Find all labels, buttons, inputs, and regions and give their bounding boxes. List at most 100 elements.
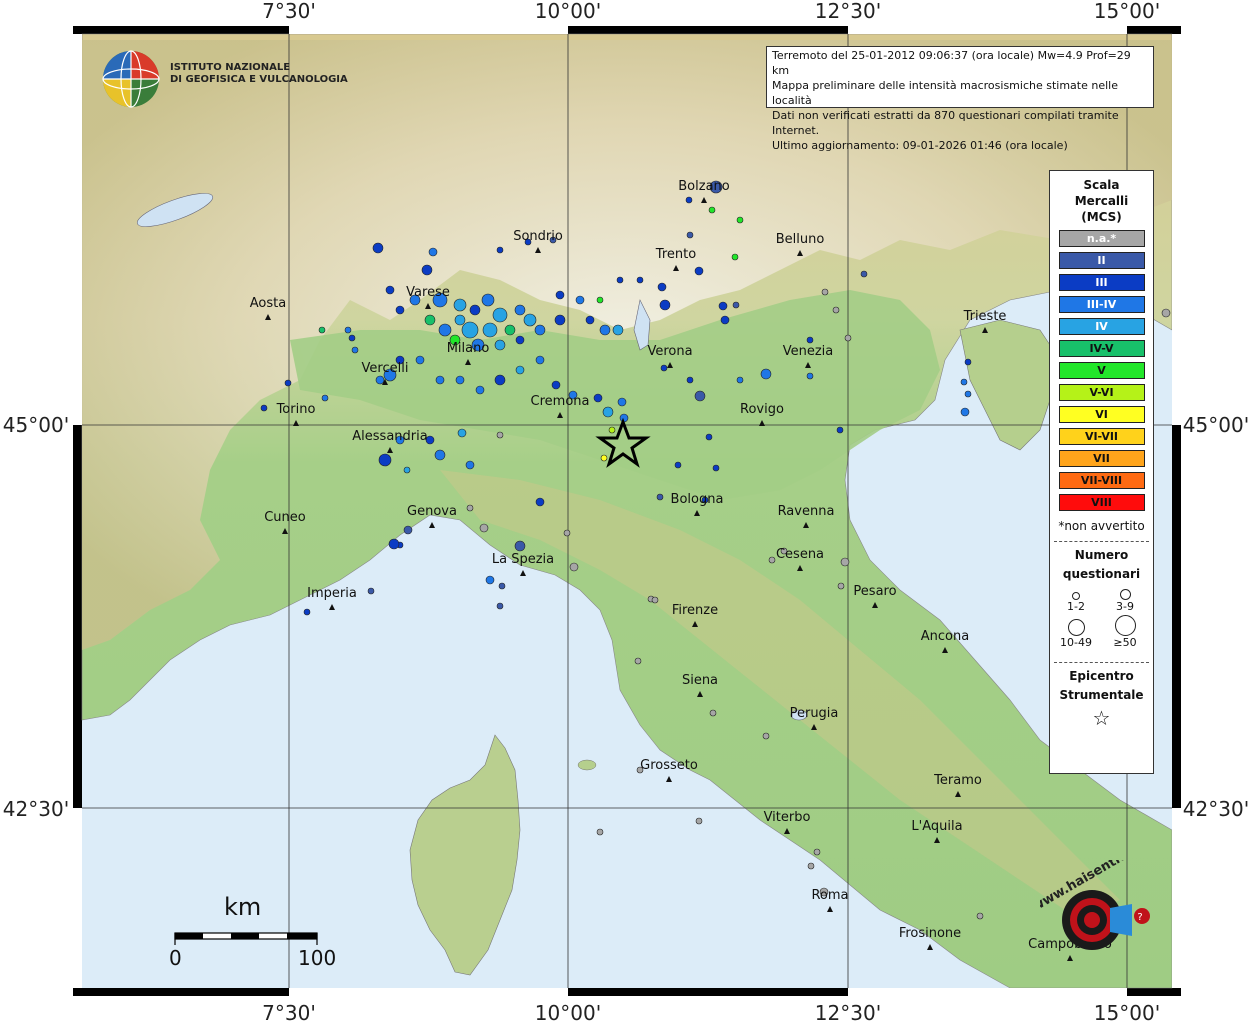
intensity-point [585,315,595,325]
info-line4: Ultimo aggiornamento: 09-01-2026 01:46 (… [772,139,1068,152]
intensity-point [695,817,703,825]
legend-class-10: VII [1058,450,1145,467]
legend-class-6: V [1058,362,1145,379]
intensity-point [385,285,395,295]
intensity-point [732,301,740,309]
legend-title-3: (MCS) [1081,210,1122,224]
intensity-point [535,497,545,507]
intensity-point [372,242,384,254]
city-label: Trento [655,247,696,262]
intensity-point [454,314,466,326]
intensity-point [656,493,664,501]
intensity-point [602,406,614,418]
legend-numero-1: Numero [1074,548,1129,562]
elba-island [577,759,597,771]
intensity-point [686,376,694,384]
intensity-point [840,557,850,567]
city-label: Bologna [671,492,724,507]
intensity-point [482,322,498,338]
intensity-point [494,374,506,386]
intensity-point [960,378,968,386]
legend-title-2: Mercalli [1074,194,1129,208]
intensity-point [469,304,481,316]
lon-label-top-12-30: 12°30' [815,0,881,23]
legend-class-12: VIII [1058,494,1145,511]
intensity-point [634,657,642,665]
intensity-point [813,848,821,856]
intensity-point [428,247,438,257]
ingv-line2: DI GEOFISICA E VULCANOLOGIA [170,74,348,85]
intensity-point [421,264,433,276]
legend-numero-2: questionari [1062,567,1141,581]
city-label: Roma [811,888,848,903]
intensity-point [479,523,489,533]
lat-label-right-45: 45°00' [1183,413,1249,437]
intensity-point [657,282,667,292]
intensity-point [596,296,604,304]
city-label: Verona [647,344,692,359]
intensity-point [612,324,624,336]
haisentito-question-icon: ? [1137,912,1142,923]
city-label: Pesaro [853,584,896,599]
lon-label-bottom-7-30: 7°30' [262,1001,316,1024]
intensity-point [575,295,585,305]
legend-class-5: IV-V [1058,340,1145,357]
size-label-50-plus: ≥50 [1113,636,1137,649]
haisentito-logo: ? www.haisentitoilterremoto.it [1040,860,1170,950]
city-label: Aosta [250,296,286,311]
city-label: Varese [406,285,450,300]
intensity-point [424,314,436,326]
city-label: Cuneo [264,510,306,525]
city-label: Frosinone [899,926,961,941]
city-label: Viterbo [764,810,811,825]
intensity-point [569,562,579,572]
lon-label-top-10-00: 10°00' [535,0,601,23]
city-label: Cesena [776,547,824,562]
intensity-point [481,293,495,307]
scalebar-unit: km [224,893,262,921]
intensity-point [685,196,693,204]
intensity-point [736,216,744,224]
city-label: Cremona [531,394,590,409]
legend-classes: n.a.* II III III-IV IV IV-V V V-VI VI VI-VII VII VI… [1050,230,1153,511]
intensity-point [600,454,608,462]
intensity-point [844,334,852,342]
ingv-logo: ISTITUTO NAZIONALE DI GEOFISICA E VULCAN… [100,48,348,108]
legend-class-3: III-IV [1058,296,1145,313]
intensity-point [461,321,479,339]
intensity-point [832,306,840,314]
legend-class-9: VI-VII [1058,428,1145,445]
intensity-point [709,709,717,717]
legend-class-4: IV [1058,318,1145,335]
intensity-point [303,608,311,616]
intensity-point [388,538,400,550]
intensity-point [321,394,329,402]
intensity-point [712,464,720,472]
intensity-point [960,407,970,417]
legend-class-2: III [1058,274,1145,291]
intensity-point [821,288,829,296]
intensity-point [1161,308,1171,318]
city-label: Rovigo [740,402,784,417]
city-label: Genova [407,504,457,519]
intensity-point [555,290,565,300]
intensity-point [686,231,694,239]
lat-label-left-45: 45°00' [3,413,69,437]
legend-star-icon: ☆ [1092,706,1111,730]
intensity-point [496,602,504,610]
intensity-point [551,380,561,390]
intensity-point [496,246,504,254]
intensity-point [415,355,425,365]
city-label: Vercelli [362,361,409,376]
intensity-point [375,375,385,385]
info-line3: Dati non verificati estratti da 870 ques… [772,109,1119,137]
intensity-point [367,587,375,595]
lon-label-bottom-15-00: 15°00' [1094,1001,1160,1024]
lat-label-left-42-30: 42°30' [3,797,69,821]
intensity-point [762,732,770,740]
intensity-point [608,426,616,434]
city-label: La Spezia [492,552,554,567]
city-label: Torino [276,402,316,417]
city-label: Ancona [921,629,969,644]
city-label: Venezia [783,344,834,359]
